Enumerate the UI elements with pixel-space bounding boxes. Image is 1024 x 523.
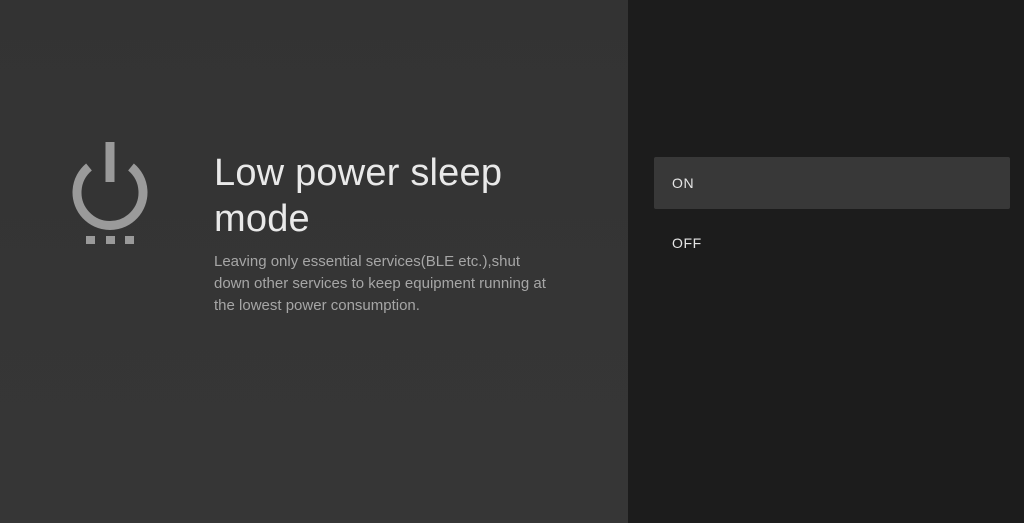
setting-info-panel: Low power sleep mode Leaving only essent…	[0, 0, 628, 523]
option-off[interactable]: OFF	[654, 217, 1010, 269]
settings-screen: Low power sleep mode Leaving only essent…	[0, 0, 1024, 523]
power-sleep-icon	[72, 142, 148, 244]
option-on[interactable]: ON	[654, 157, 1010, 209]
setting-description: Leaving only essential services(BLE etc.…	[214, 253, 546, 314]
setting-title: Low power sleep mode	[214, 152, 503, 240]
